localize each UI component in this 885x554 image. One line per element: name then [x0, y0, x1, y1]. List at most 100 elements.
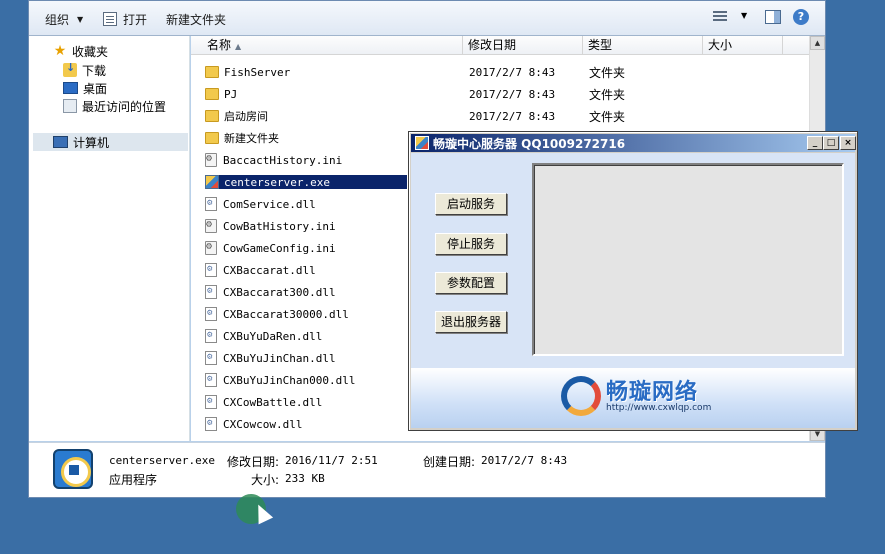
column-size[interactable]: 大小: [703, 36, 783, 55]
folder-icon: [205, 110, 219, 122]
nav-recent[interactable]: 最近访问的位置: [63, 97, 166, 115]
view-chevron-down-icon[interactable]: ▼: [741, 11, 747, 20]
details-size-value: 233 KB: [285, 472, 325, 485]
log-output-area[interactable]: [532, 163, 844, 356]
column-modified-label: 修改日期: [468, 38, 517, 52]
exit-server-button[interactable]: 退出服务器: [435, 311, 507, 333]
file-name: CXBuYuJinChan.dll: [223, 351, 336, 365]
config-button[interactable]: 参数配置: [435, 272, 507, 294]
ini-file-icon: [205, 219, 217, 233]
file-date: 2017/2/7 8:43: [469, 109, 556, 123]
folder-icon: [205, 132, 219, 144]
file-name: CXCowcow.dll: [223, 417, 303, 431]
column-header: 名称 ▲ 修改日期 类型 大小: [191, 36, 809, 55]
exe-icon: [205, 175, 219, 189]
new-folder-label: 新建文件夹: [166, 12, 227, 27]
minimize-button[interactable]: _: [807, 136, 823, 150]
start-service-button[interactable]: 启动服务: [435, 193, 507, 215]
dll-file-icon: [205, 351, 217, 365]
file-name: CXBuYuDaRen.dll: [223, 329, 323, 343]
close-button[interactable]: ×: [840, 136, 856, 150]
nav-favorites-label: 收藏夹: [72, 44, 109, 59]
nav-computer[interactable]: 计算机: [33, 133, 188, 151]
computer-icon: [53, 136, 68, 148]
preview-pane-icon[interactable]: [765, 10, 781, 24]
dll-file-icon: [205, 395, 217, 409]
file-type: 文件夹: [589, 109, 626, 124]
nav-downloads[interactable]: 下载: [63, 61, 106, 79]
details-created-label: 创建日期:: [423, 455, 476, 469]
file-name: BaccactHistory.ini: [223, 153, 343, 167]
open-button[interactable]: 打开: [103, 10, 147, 28]
folder-icon: [205, 66, 219, 78]
command-bar: 组织 ▼ 打开 新建文件夹 ▼ ?: [29, 1, 825, 36]
ini-file-icon: [205, 241, 217, 255]
nav-favorites[interactable]: ★ 收藏夹: [53, 42, 108, 60]
view-options-icon[interactable]: [713, 11, 727, 25]
file-type: 文件夹: [589, 65, 626, 80]
dll-file-icon: [205, 197, 217, 211]
star-icon: ★: [53, 43, 67, 59]
file-row[interactable]: PJ 2017/2/7 8:43 文件夹: [205, 84, 805, 104]
dll-file-icon: [205, 263, 217, 277]
file-row[interactable]: 启动房间 2017/2/7 8:43 文件夹: [205, 106, 805, 126]
help-icon[interactable]: ?: [793, 9, 809, 25]
center-server-dialog: 畅璇中心服务器 QQ1009272716 _ □ × 启动服务 停止服务 参数配…: [408, 131, 858, 431]
dialog-title: 畅璇中心服务器 QQ1009272716: [433, 137, 626, 151]
app-icon: [415, 136, 429, 150]
desktop-icon: [63, 82, 78, 94]
file-name: CXBaccarat300.dll: [223, 285, 336, 299]
dll-file-icon: [205, 285, 217, 299]
file-row[interactable]: FishServer 2017/2/7 8:43 文件夹: [205, 62, 805, 82]
organize-label: 组织: [45, 12, 70, 27]
file-name: 新建文件夹: [224, 132, 279, 145]
column-type[interactable]: 类型: [583, 36, 703, 55]
details-filename: centerserver.exe: [109, 454, 215, 467]
nav-recent-label: 最近访问的位置: [82, 99, 167, 114]
downloads-icon: [63, 61, 77, 77]
dialog-titlebar[interactable]: 畅璇中心服务器 QQ1009272716 _ □ ×: [411, 134, 856, 152]
new-folder-button[interactable]: 新建文件夹: [166, 10, 226, 28]
scroll-up-icon[interactable]: ▲: [810, 36, 825, 50]
exe-large-icon: [53, 449, 93, 489]
details-modified-value: 2016/11/7 2:51: [285, 454, 378, 467]
brand-name: 畅璇网络: [606, 380, 699, 405]
dll-file-icon: [205, 417, 217, 431]
file-name: CowGameConfig.ini: [223, 241, 336, 255]
file-name: PJ: [224, 87, 238, 101]
dll-file-icon: [205, 329, 217, 343]
brand-banner: 畅璇网络 http://www.cxwlqp.com: [411, 368, 855, 428]
file-name: CXBaccarat30000.dll: [223, 307, 349, 321]
file-name: CXBaccarat.dll: [223, 263, 316, 277]
brand-url: http://www.cxwlqp.com: [606, 403, 712, 413]
stop-service-button[interactable]: 停止服务: [435, 233, 507, 255]
file-name: FishServer: [224, 65, 291, 79]
maximize-button[interactable]: □: [823, 136, 839, 150]
file-date: 2017/2/7 8:43: [469, 87, 556, 101]
chevron-down-icon: ▼: [77, 14, 84, 24]
nav-downloads-label: 下载: [82, 63, 107, 78]
nav-computer-label: 计算机: [73, 135, 110, 150]
column-size-label: 大小: [708, 38, 733, 52]
nav-desktop[interactable]: 桌面: [63, 79, 107, 97]
column-name[interactable]: 名称 ▲: [191, 36, 463, 55]
file-name: ComService.dll: [223, 197, 316, 211]
column-modified[interactable]: 修改日期: [463, 36, 583, 55]
file-name-cell: FishServer: [205, 66, 450, 79]
file-date: 2017/2/7 8:43: [469, 65, 556, 79]
dialog-body: 启动服务 停止服务 参数配置 退出服务器 畅璇网络 http://www.cxw…: [411, 153, 855, 428]
sort-up-icon: ▲: [235, 42, 242, 51]
open-label: 打开: [123, 12, 148, 27]
file-name: 启动房间: [224, 110, 268, 123]
file-name-cell: centerserver.exe: [205, 175, 407, 189]
file-name: CXBuYuJinChan000.dll: [223, 373, 356, 387]
column-name-label: 名称: [207, 38, 232, 52]
brand-logo-icon: [561, 376, 601, 416]
ini-file-icon: [205, 153, 217, 167]
file-name-cell: PJ: [205, 88, 450, 101]
details-type: 应用程序: [109, 473, 158, 487]
nav-desktop-label: 桌面: [83, 81, 108, 96]
navigation-pane: ★ 收藏夹 下载 桌面 最近访问的位置 计算机: [29, 36, 190, 441]
column-type-label: 类型: [588, 38, 613, 52]
organize-menu[interactable]: 组织 ▼: [45, 10, 83, 28]
